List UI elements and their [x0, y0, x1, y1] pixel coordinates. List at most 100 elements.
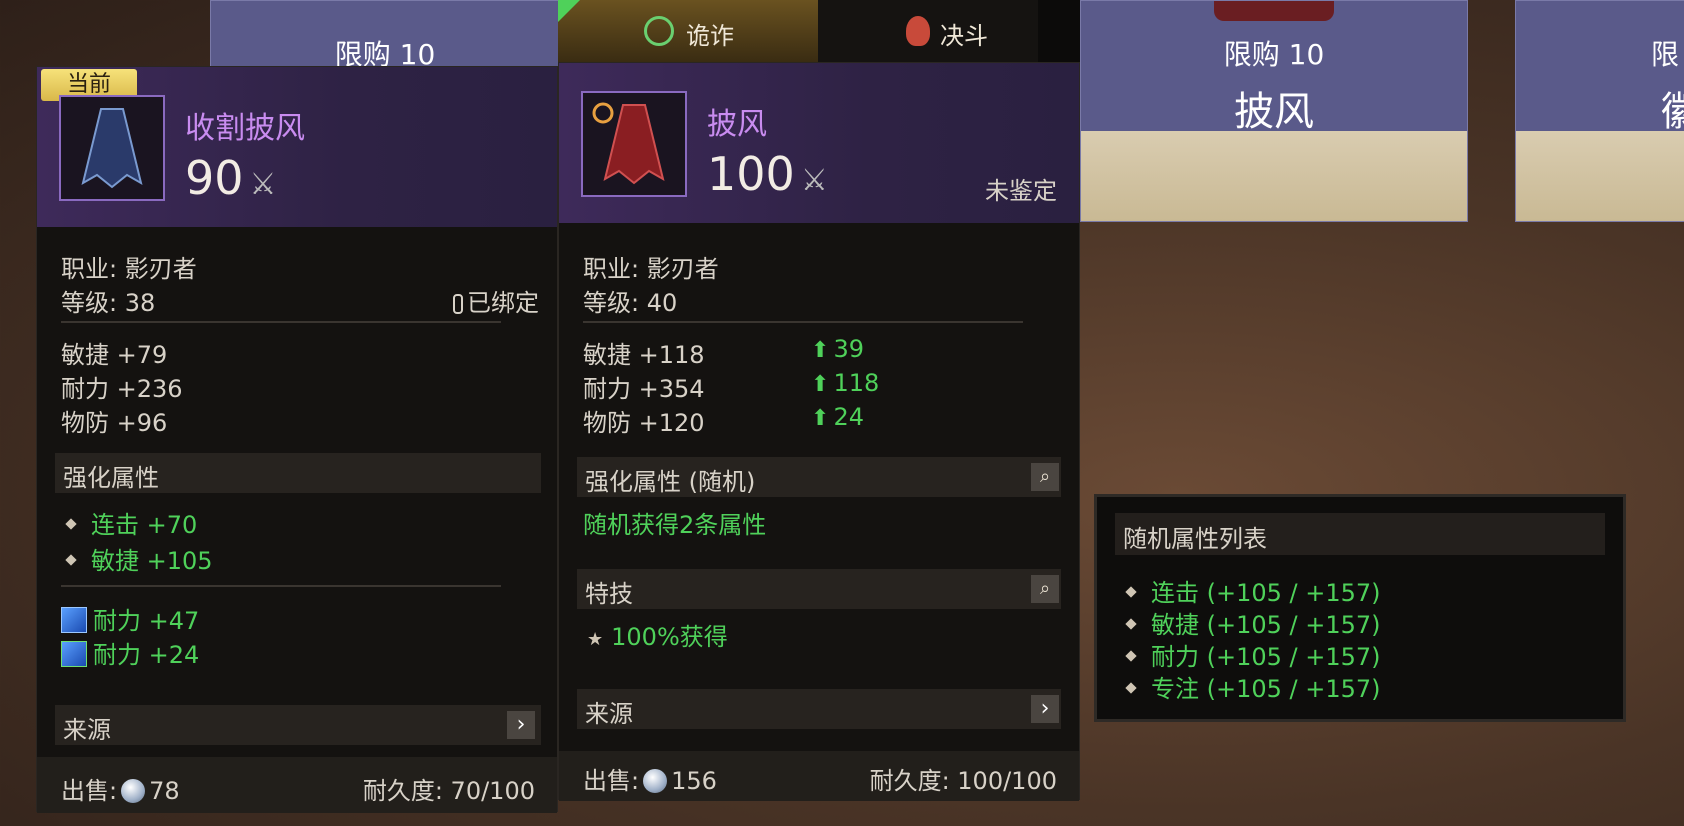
magnifier-button[interactable]: ⌕: [1031, 575, 1059, 603]
enhance-random-text: 随机获得2条属性: [583, 511, 767, 539]
shop-card-2[interactable]: 限购 10 披风: [1080, 0, 1468, 222]
source-label: 来源: [63, 716, 111, 744]
stat-line: 敏捷 +79: [61, 341, 168, 369]
unidentified-label: 未鉴定: [985, 177, 1057, 205]
shop-card-name: 披风: [1234, 89, 1314, 135]
item-name: 收割披风: [185, 111, 305, 146]
shop-card-limit: 限购 10: [1223, 38, 1325, 71]
stat-diff: ⬆ 24: [811, 403, 864, 431]
tab-guile[interactable]: 诡诈: [558, 0, 818, 62]
cloak-art-icon: [1214, 1, 1334, 21]
tab-duel[interactable]: 决斗: [818, 0, 1038, 62]
random-attr-line: 敏捷 (+105 / +157): [1115, 605, 1381, 640]
cloak-icon: [81, 108, 143, 189]
level-line: 等级: 40: [583, 289, 678, 317]
bullet-icon: [1125, 618, 1137, 630]
bullet-icon: [65, 554, 77, 566]
enhance-line: 敏捷 +105: [55, 541, 213, 576]
random-attr-value: 耐力 (+105 / +157): [1151, 643, 1381, 671]
cloak-icon: [592, 102, 665, 185]
source-row[interactable]: 来源: [55, 705, 541, 745]
source-row[interactable]: 来源: [577, 689, 1061, 729]
stat-diff-value: 118: [833, 369, 880, 397]
item-name: 披风: [707, 107, 767, 142]
skill-section-header: 特技: [577, 569, 1061, 609]
popup-title: 随机属性列表: [1115, 513, 1605, 555]
source-expand-button[interactable]: ›: [507, 711, 535, 739]
class-line: 职业: 影刃者: [583, 255, 719, 283]
bullet-icon: [1125, 682, 1137, 694]
stat-diff: ⬆ 39: [811, 335, 864, 363]
bound-status: 已绑定: [453, 283, 539, 318]
item-icon: [59, 95, 165, 201]
level-line: 等级: 38: [61, 289, 156, 317]
source-label: 来源: [585, 700, 633, 728]
coin-icon: [643, 769, 668, 793]
bullet-icon: [1125, 586, 1137, 598]
sell-price: 出售: 78: [61, 771, 180, 806]
item-footer: 出售: 156 耐久度: 100/100: [559, 751, 1079, 801]
gem-value: 耐力 +24: [93, 641, 200, 669]
stat-line: 物防 +96: [61, 409, 168, 437]
bullet-icon: [65, 518, 77, 530]
sell-label: 出售:: [583, 767, 640, 795]
star-icon: ★: [587, 629, 604, 650]
arrow-up-icon: ⬆: [811, 406, 830, 431]
divider: [583, 321, 1023, 323]
shop-card-3[interactable]: 限 徽: [1515, 0, 1684, 222]
divider: [61, 585, 501, 587]
random-attribute-popup: 随机属性列表 连击 (+105 / +157) 敏捷 (+105 / +157)…: [1094, 494, 1626, 722]
enhance-section-header: 强化属性: [55, 453, 541, 493]
gem-shield-icon: [61, 607, 87, 633]
stat-line: 耐力 +236: [61, 375, 183, 403]
item-score: 100 ⚔: [707, 147, 828, 201]
coin-icon: [121, 779, 146, 803]
gem-line: 耐力 +47: [61, 601, 199, 636]
stat-diff-value: 24: [833, 403, 864, 431]
sell-label: 出售:: [61, 777, 118, 805]
enhance-section-header: 强化属性 (随机): [577, 457, 1061, 497]
stat-line: 物防 +120: [583, 409, 705, 437]
random-attr-line: 连击 (+105 / +157): [1115, 573, 1381, 608]
bound-label: 已绑定: [467, 289, 539, 317]
crossed-swords-icon: ⚔: [249, 167, 277, 202]
stat-line: 耐力 +354: [583, 375, 705, 403]
tab-bar: 诡诈 决斗: [558, 0, 1080, 62]
item-footer: 出售: 78 耐久度: 70/100: [37, 757, 557, 813]
compare-item-tooltip: 披风 100 ⚔ 未鉴定 职业: 影刃者 等级: 40 敏捷 +118 ⬆ 39 耐…: [558, 62, 1080, 801]
current-item-tooltip: 当前 收割披风 90 ⚔ 职业: 影刃者 等级: 38 已绑定 敏捷 +79 耐力…: [36, 66, 558, 813]
random-attr-value: 专注 (+105 / +157): [1151, 675, 1381, 703]
magnifier-button[interactable]: ⌕: [1031, 463, 1059, 491]
arrow-up-icon: ⬆: [811, 372, 830, 397]
item-score: 90 ⚔: [185, 151, 276, 205]
random-attr-line: 耐力 (+105 / +157): [1115, 637, 1381, 672]
enhance-line: 连击 +70: [55, 505, 197, 540]
gem-value: 耐力 +47: [93, 607, 200, 635]
stat-line: 敏捷 +118: [583, 341, 705, 369]
skill-value: 100%获得: [611, 623, 728, 651]
gem-line: 耐力 +24: [61, 635, 199, 670]
bullet-icon: [1125, 650, 1137, 662]
source-expand-button[interactable]: ›: [1031, 695, 1059, 723]
lock-icon: [453, 294, 463, 314]
tab-guile-label: 诡诈: [686, 22, 734, 50]
class-line: 职业: 影刃者: [61, 255, 197, 283]
divider: [61, 321, 501, 323]
stat-diff-value: 39: [833, 335, 864, 363]
sell-price: 出售: 156: [583, 761, 717, 796]
durability: 耐久度: 100/100: [869, 767, 1057, 795]
shop-card-name: 徽: [1661, 89, 1684, 135]
arrow-up-icon: ⬆: [811, 338, 830, 363]
sell-value: 78: [149, 777, 180, 805]
tab-duel-label: 决斗: [940, 22, 988, 50]
shop-card-limit: 限: [1651, 38, 1680, 71]
shop-card-1[interactable]: 限购 10: [210, 0, 560, 71]
sell-value: 156: [671, 767, 717, 795]
skill-line: ★ 100%获得: [587, 617, 728, 652]
random-attr-line: 专注 (+105 / +157): [1115, 669, 1381, 704]
durability: 耐久度: 70/100: [362, 777, 535, 805]
eye-icon: [644, 16, 674, 46]
shop-card-paper: [1516, 131, 1684, 221]
check-icon: [558, 0, 580, 22]
flame-emblem-icon: [906, 16, 930, 46]
